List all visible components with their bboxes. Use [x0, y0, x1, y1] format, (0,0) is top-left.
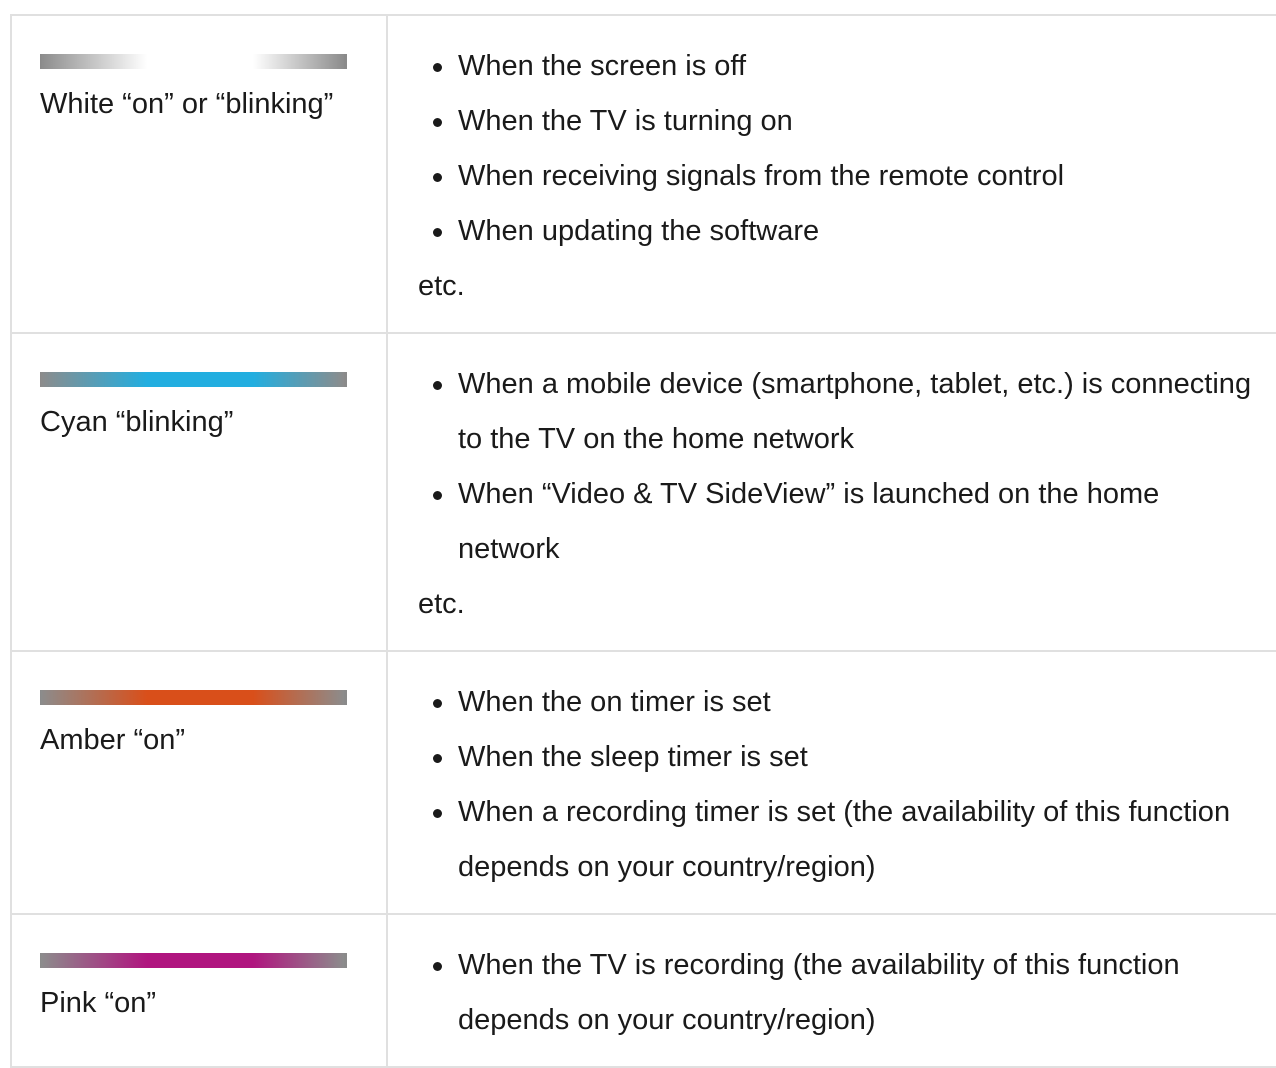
- list-item: When the sleep timer is set: [418, 730, 1266, 785]
- led-pink-bar-icon: [40, 953, 347, 968]
- list-item: When receiving signals from the remote c…: [418, 149, 1266, 204]
- led-description-cell: When the TV is recording (the availabili…: [386, 913, 1276, 1068]
- table-row: Cyan “blinking” When a mobile device (sm…: [10, 332, 1276, 652]
- list-item: When the TV is turning on: [418, 94, 1266, 149]
- list-item: When the on timer is set: [418, 675, 1266, 730]
- led-state-cell: Cyan “blinking”: [10, 332, 388, 652]
- etc-text: etc.: [418, 270, 465, 302]
- condition-list: When a mobile device (smartphone, tablet…: [418, 357, 1266, 577]
- condition-list: When the screen is off When the TV is tu…: [418, 39, 1266, 259]
- led-status-table: White “on” or “blinking” When the screen…: [10, 14, 1276, 1068]
- table-row: White “on” or “blinking” When the screen…: [10, 14, 1276, 334]
- led-description-cell: When the on timer is set When the sleep …: [386, 650, 1276, 915]
- condition-list: When the TV is recording (the availabili…: [418, 938, 1266, 1048]
- led-state-label: Cyan “blinking”: [40, 406, 234, 438]
- led-state-cell: Amber “on”: [10, 650, 388, 915]
- led-cyan-bar-icon: [40, 372, 347, 387]
- condition-list: When the on timer is set When the sleep …: [418, 675, 1266, 895]
- led-amber-bar-icon: [40, 690, 347, 705]
- list-item: When the TV is recording (the availabili…: [418, 938, 1266, 1048]
- led-state-label: Amber “on”: [40, 724, 186, 756]
- led-state-label: Pink “on”: [40, 987, 157, 1019]
- led-description-cell: When the screen is off When the TV is tu…: [386, 14, 1276, 334]
- table-row: Amber “on” When the on timer is set When…: [10, 650, 1276, 915]
- etc-text: etc.: [418, 588, 465, 620]
- list-item: When “Video & TV SideView” is launched o…: [418, 467, 1266, 577]
- table-row: Pink “on” When the TV is recording (the …: [10, 913, 1276, 1068]
- led-state-cell: Pink “on”: [10, 913, 388, 1068]
- led-state-cell: White “on” or “blinking”: [10, 14, 388, 334]
- list-item: When a mobile device (smartphone, tablet…: [418, 357, 1266, 467]
- list-item: When a recording timer is set (the avail…: [418, 785, 1266, 895]
- led-white-bar-icon: [40, 54, 347, 69]
- list-item: When updating the software: [418, 204, 1266, 259]
- list-item: When the screen is off: [418, 39, 1266, 94]
- led-description-cell: When a mobile device (smartphone, tablet…: [386, 332, 1276, 652]
- led-state-label: White “on” or “blinking”: [40, 88, 334, 120]
